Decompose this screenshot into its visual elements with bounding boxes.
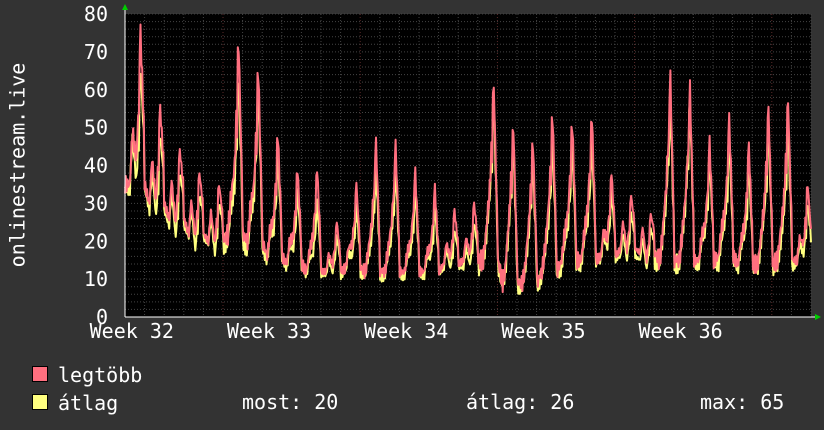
y-tick-label: 70 bbox=[84, 40, 108, 64]
y-axis-label: onlinestream.live bbox=[6, 63, 30, 268]
stat-average: átlag: 26 bbox=[466, 390, 575, 414]
y-tick-label: 10 bbox=[84, 267, 108, 291]
x-tick-label: Week 34 bbox=[364, 319, 448, 343]
y-tick-label: 60 bbox=[84, 78, 108, 102]
y-tick-label: 40 bbox=[84, 154, 108, 178]
x-ticks: Week 32 Week 33 Week 34 Week 35 Week 36 bbox=[90, 319, 723, 343]
x-tick-label: Week 32 bbox=[90, 319, 174, 343]
y-tick-label: 30 bbox=[84, 191, 108, 215]
y-ticks: 01020304050607080 bbox=[84, 2, 108, 329]
x-tick-label: Week 36 bbox=[638, 319, 722, 343]
x-tick-label: Week 35 bbox=[501, 319, 585, 343]
y-tick-label: 80 bbox=[84, 2, 108, 26]
y-axis-arrow bbox=[122, 4, 128, 10]
y-tick-label: 50 bbox=[84, 116, 108, 140]
legend-swatch-max bbox=[32, 366, 48, 382]
x-axis-arrow bbox=[815, 314, 821, 320]
legend-label-max: legtöbb bbox=[58, 363, 143, 387]
x-tick-label: Week 33 bbox=[227, 319, 311, 343]
legend-swatch-avg bbox=[32, 394, 48, 410]
legend-label-avg: átlag bbox=[58, 391, 119, 415]
stat-current: most: 20 bbox=[242, 390, 339, 414]
stat-maximum: max: 65 bbox=[700, 390, 785, 414]
y-tick-label: 20 bbox=[84, 229, 108, 253]
